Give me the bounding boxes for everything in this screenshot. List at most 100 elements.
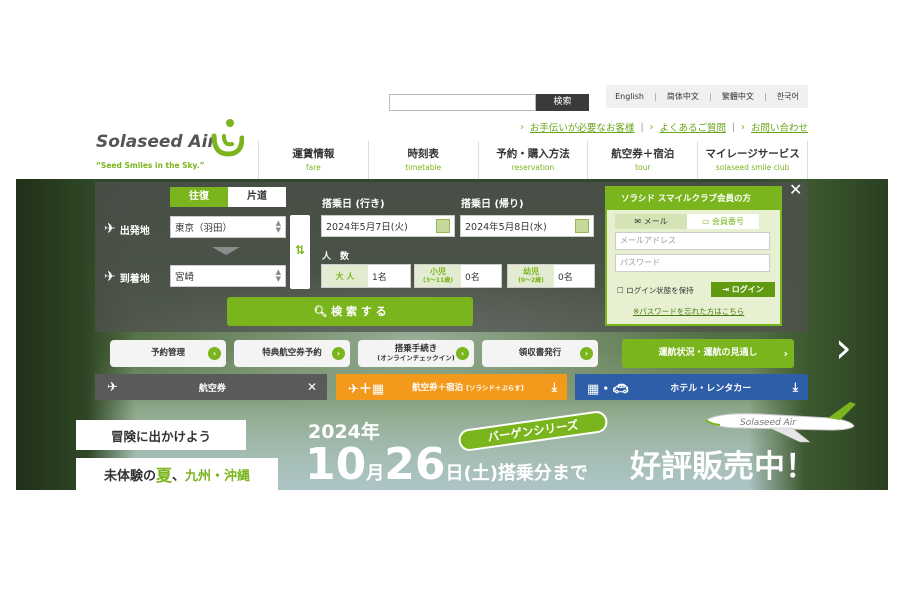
language-selector: English | 简体中文 | 繁體中文 | 한국어 [606,85,808,108]
online-checkin-label: 搭乗手続き [394,343,438,354]
site-search-button[interactable]: 検索 [536,94,589,111]
award-ticket-button[interactable]: 特典航空券予約 › [234,340,350,367]
return-date-field[interactable]: 2024年5月8日(水) [460,215,594,237]
arrival-label-group: ✈ 到着地 [104,269,150,285]
lang-english[interactable]: English [615,92,644,101]
chevron-right-icon: › [580,347,593,360]
flight-search-button[interactable]: 🔍︎ 検 索 す る [227,297,473,326]
flight-status-button[interactable]: 運航状況・運航の見通し › [622,339,794,368]
member-password-input[interactable]: パスワード [615,254,770,272]
nav-mileage[interactable]: マイレージサービス solaseed smile club [697,141,808,179]
manage-reservation-label: 予約管理 [150,348,185,358]
login-button-label: ログイン [731,285,764,294]
nav-reservation-label: 予約・購入方法 [496,148,570,160]
forgot-password-link[interactable]: ※パスワードを忘れた方はこちら [633,306,744,317]
outbound-date-field[interactable]: 2024年5月7日(火) [321,215,455,237]
chevron-right-icon: › [520,121,524,133]
infant-count-select[interactable]: 幼児 (0〜2歳) 0名 [507,264,595,288]
category-air-ticket[interactable]: ✈ 航空券 ✕ [95,374,327,400]
child-label: 小児 [430,267,446,276]
chevron-right-icon: › [649,121,654,133]
lang-korean[interactable]: 한국어 [777,91,799,102]
plane-icon: ✈ [107,379,118,395]
download-arrow-icon: ⤓ [551,379,557,394]
child-age: (3〜11歳) [422,277,453,284]
category-air-label: 航空券 [198,383,226,394]
tab-round-trip[interactable]: 往復 [170,187,228,207]
chevron-right-icon: › [783,347,788,360]
logo-wordmark: Solaseed Air [96,132,216,152]
banner-date-rest: 日(土)搭乗分まで [445,463,588,484]
login-button[interactable]: ⇥ ログイン [711,282,775,297]
nav-timetable-sub: timetable [405,163,442,172]
lang-simplified-chinese[interactable]: 简体中文 [667,91,699,102]
takeoff-plane-icon: ✈ [104,221,116,237]
select-arrows-icon: ▲ ▼ [275,219,281,234]
nav-mileage-sub: solaseed smile club [715,163,790,172]
link-contact[interactable]: お問い合わせ [751,120,808,134]
outbound-date-value: 2024年5月7日(火) [326,222,408,233]
keep-login-checkbox[interactable]: ☐ ログイン状態を保持 [617,285,694,296]
link-separator: | [640,121,644,133]
link-faq[interactable]: よくあるご質問 [659,120,726,134]
nav-fare-label: 運賃情報 [292,148,335,160]
arrival-select[interactable]: 宮崎 ▲ ▼ [170,265,286,287]
tab-login-number[interactable]: ▭ 会員番号 [687,214,759,229]
nav-mileage-label: マイレージサービス [705,148,800,160]
nav-fare-sub: fare [306,163,321,172]
solaseed-logo[interactable]: Solaseed Air “Seed Smiles in the Sky.” [96,118,246,170]
tab-login-mail-label: メール [643,217,668,226]
calendar-icon[interactable] [575,219,589,233]
departure-select[interactable]: 東京（羽田） ▲ ▼ [170,216,286,238]
main-navigation: 運賃情報 fare 時刻表 timetable 予約・購入方法 reservat… [258,141,808,179]
category-hotel-rental[interactable]: ▦・🚗︎ ホテル・レンタカー ⤓ [575,374,808,400]
nav-tour[interactable]: 航空券＋宿泊 tour [587,141,697,179]
link-separator: | [731,121,736,133]
nav-fare[interactable]: 運賃情報 fare [258,141,368,179]
trip-type-tabs: 往復 片道 [170,187,286,207]
category-tour-label: 航空券＋宿泊 [412,383,464,393]
member-panel-title: ソラシド スマイルクラブ会員の方 [607,188,780,210]
nav-reservation[interactable]: 予約・購入方法 reservation [477,141,588,179]
checkbox-icon: ☐ [617,286,624,295]
outbound-date-label: 搭乗日 (行き) [322,199,385,210]
tab-one-way[interactable]: 片道 [228,187,286,207]
member-email-input[interactable]: メールアドレス [615,232,770,250]
online-checkin-button[interactable]: 搭乗手続き (オンラインチェックイン) › [358,340,474,367]
arrival-value: 宮崎 [175,272,195,283]
close-icon[interactable]: ✕ [307,380,317,394]
infant-tag: 幼児 (0〜2歳) [508,265,554,287]
category-hotel-label: ホテル・レンタカー [670,383,752,394]
lang-separator: | [709,92,712,101]
site-search-input[interactable] [389,94,536,111]
carousel-next-icon[interactable]: › [835,327,852,369]
chevron-right-icon: › [456,347,469,360]
adult-label: 大 人 [335,271,355,281]
calendar-icon[interactable] [436,219,450,233]
chevron-right-icon: › [741,121,745,133]
download-arrow-icon: ⤓ [792,379,798,394]
login-icon: ⇥ [722,285,729,294]
adult-count-select[interactable]: 大 人 1名 [321,264,411,288]
close-icon[interactable]: ✕ [789,180,802,199]
member-login-tabs: ✉ メール ▭ 会員番号 [615,214,759,229]
receipt-button[interactable]: 領収書発行 › [482,340,598,367]
manage-reservation-button[interactable]: 予約管理 › [110,340,226,367]
swap-route-button[interactable]: ⇅ [290,215,310,289]
receipt-label: 領収書発行 [518,348,562,358]
banner-on-sale: 好評販売中！ [630,449,816,485]
tab-login-number-label: 会員番号 [712,217,745,226]
link-assistance[interactable]: お手伝いが必要なお客様 [530,120,635,134]
smile-logo-icon [211,119,244,157]
banner-adventure-text: 冒険に出かけよう [76,420,246,450]
child-count-select[interactable]: 小児 (3〜11歳) 0名 [414,264,502,288]
nav-timetable[interactable]: 時刻表 timetable [367,141,478,179]
tab-login-mail[interactable]: ✉ メール [615,214,687,229]
banner-summer-pre: 未体験の [103,468,156,484]
category-air-hotel[interactable]: ✈＋▦ 航空券＋宿泊 [ソラシド＋ぷらす] ⤓ [336,374,567,400]
child-tag: 小児 (3〜11歳) [415,265,461,287]
chevron-right-icon: › [208,347,221,360]
mail-icon: ✉ [634,217,642,226]
lang-traditional-chinese[interactable]: 繁體中文 [722,91,754,102]
child-value: 0名 [465,272,480,283]
